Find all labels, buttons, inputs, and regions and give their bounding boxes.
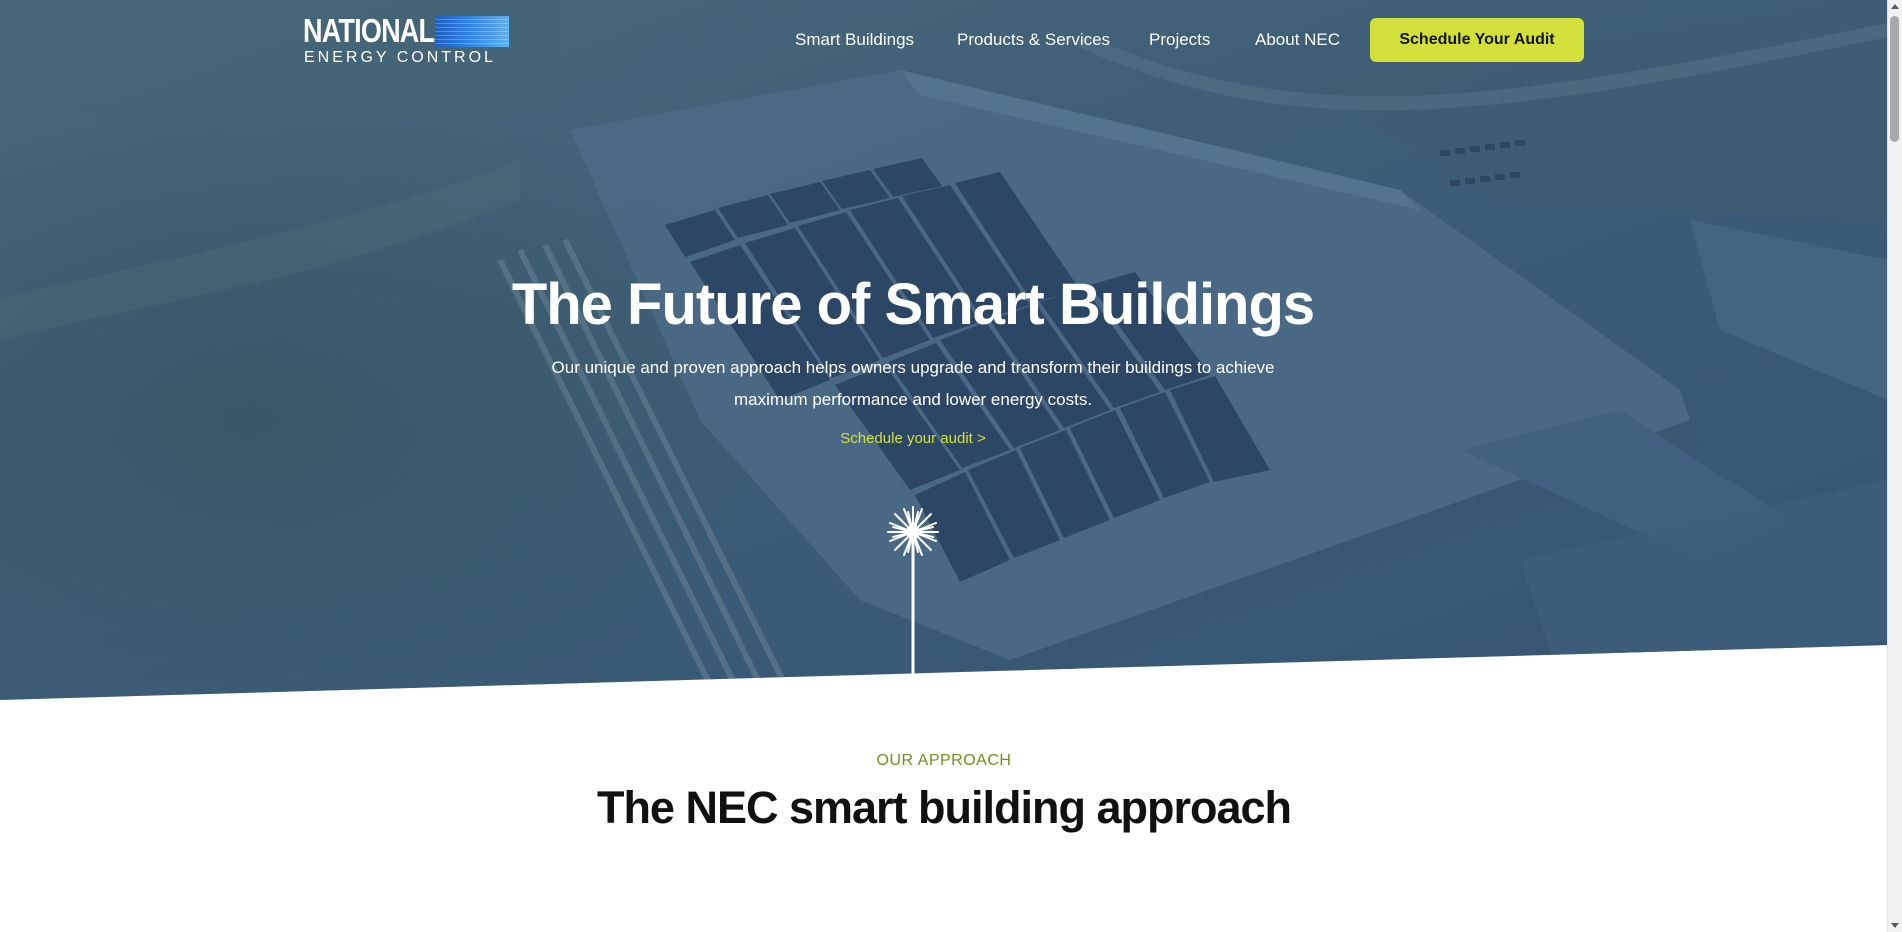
- hero-title: The Future of Smart Buildings: [511, 272, 1315, 337]
- scroll-down-icon[interactable]: [1891, 923, 1899, 928]
- site-header: NATIONAL ENERGY CONTROL Smart Buildings …: [0, 0, 1888, 80]
- page-scrollbar[interactable]: [1887, 0, 1902, 932]
- hero-schedule-audit-link[interactable]: Schedule your audit >: [0, 429, 1826, 449]
- logo-line-2: ENERGY CONTROL: [304, 49, 496, 66]
- starburst-icon: [883, 505, 943, 675]
- page: The Future of Smart Buildings Our unique…: [0, 0, 1902, 932]
- scroll-thumb[interactable]: [1890, 16, 1899, 142]
- scroll-up-icon[interactable]: [1891, 4, 1899, 9]
- schedule-audit-button[interactable]: Schedule Your Audit: [1370, 18, 1584, 62]
- hero-subtitle: Our unique and proven approach helps own…: [551, 358, 1275, 409]
- nav-item-about-nec[interactable]: About NEC: [1255, 30, 1340, 50]
- approach-title: The NEC smart building approach: [596, 782, 1292, 833]
- nav-item-products-services[interactable]: Products & Services: [957, 30, 1110, 50]
- logo-stripe-icon: [435, 16, 509, 47]
- nec-logo[interactable]: NATIONAL ENERGY CONTROL: [303, 14, 509, 66]
- logo-line-1: NATIONAL: [303, 12, 435, 49]
- hero-section: The Future of Smart Buildings Our unique…: [0, 0, 1888, 700]
- nav-item-projects[interactable]: Projects: [1149, 30, 1210, 50]
- nav-item-smart-buildings[interactable]: Smart Buildings: [795, 30, 914, 50]
- approach-eyebrow: OUR APPROACH: [876, 752, 1012, 769]
